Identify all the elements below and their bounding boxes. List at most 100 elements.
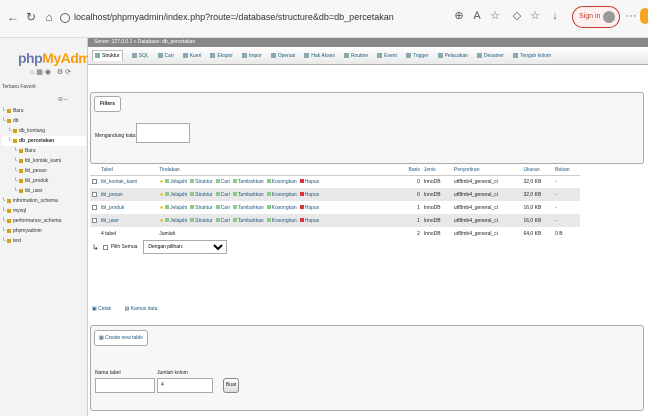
back-icon[interactable]: ← <box>6 10 20 24</box>
tree-node-label: Baru <box>24 148 36 154</box>
tree-node[interactable]: └ db_kontang <box>2 126 86 136</box>
action-struktur[interactable]: Struktur <box>190 205 213 211</box>
tree-node[interactable]: └ information_schema <box>2 196 86 206</box>
create-go-button[interactable]: Buat <box>223 378 239 393</box>
tab-pelacakan[interactable]: Pelacakan <box>437 53 468 59</box>
action-tambahkan[interactable]: Tambahkan <box>232 179 264 185</box>
action-jelajahi[interactable]: Jelajahi <box>165 192 187 198</box>
col-rows[interactable]: Baris <box>399 166 422 176</box>
table-name-link[interactable]: tbl_produk <box>99 201 158 214</box>
action-kosongkan[interactable]: Kosongkan <box>266 205 297 211</box>
action-struktur[interactable]: Struktur <box>190 179 213 185</box>
tab-kueri[interactable]: Kueri <box>182 53 201 59</box>
favorite-icon[interactable]: ☆ <box>488 9 502 23</box>
tree-node[interactable]: └ tbl_pesan <box>2 166 86 176</box>
tab-impor[interactable]: Impor <box>241 53 262 59</box>
action-cari[interactable]: Cari <box>215 192 230 198</box>
tab-routine[interactable]: Routine <box>343 53 368 59</box>
tree-node[interactable]: └ db_percetakan <box>2 136 86 146</box>
address-bar[interactable]: localhost/phpmyadmin/index.php?route=/da… <box>60 8 400 26</box>
action-hapus[interactable]: Hapus <box>299 192 319 198</box>
tab-icon <box>131 52 137 58</box>
breadcrumb[interactable]: Server: 127.0.0.1 » Database: db_perceta… <box>88 38 648 47</box>
action-icon <box>232 205 237 210</box>
action-kosongkan[interactable]: Kosongkan <box>266 179 297 185</box>
action-kosongkan[interactable]: Kosongkan <box>266 218 297 224</box>
col-size[interactable]: Ukuran <box>521 166 554 176</box>
tab-desainer[interactable]: Desainer <box>476 53 504 59</box>
tab-tengah-kolom[interactable]: Tengah kolom <box>512 53 551 59</box>
tab-sql[interactable]: SQL <box>131 52 149 59</box>
tree-node[interactable]: └ db <box>2 116 86 126</box>
tab-cari[interactable]: Cari <box>157 53 174 59</box>
tab-event[interactable]: Event <box>377 53 397 59</box>
tree-node[interactable]: └ tbl_user <box>2 186 86 196</box>
tab-icon <box>210 52 216 58</box>
table-name-link[interactable]: tbl_pesan <box>99 188 158 201</box>
table-name-link[interactable]: tbl_kontak_kami <box>99 175 158 188</box>
site-info-icon[interactable] <box>60 12 70 23</box>
filter-input[interactable] <box>136 123 190 143</box>
with-selected-select[interactable]: Dengan pilihan: <box>143 240 228 254</box>
action-cari[interactable]: Cari <box>215 179 230 185</box>
favorites-bar-icon[interactable]: ☆ <box>528 9 542 23</box>
check-all-label[interactable]: Pilih Semua <box>111 244 138 250</box>
action-hapus[interactable]: Hapus <box>299 205 319 211</box>
home-icon[interactable]: ⌂ <box>42 10 56 24</box>
row-checkbox[interactable] <box>92 191 97 197</box>
link-icon[interactable]: ⊖⇔ <box>58 96 69 103</box>
tree-node[interactable]: └ Baru <box>2 146 86 156</box>
tree-node[interactable]: └ tbl_kontak_kami <box>2 156 86 166</box>
col-overhead[interactable]: Beban <box>553 166 580 176</box>
action-struktur[interactable]: Struktur <box>190 192 213 198</box>
action-kosongkan[interactable]: Kosongkan <box>266 192 297 198</box>
tab-operasi[interactable]: Operasi <box>270 53 295 59</box>
zoom-icon[interactable]: ⊕ <box>452 9 466 23</box>
tree-node[interactable]: └ tbl_produk <box>2 176 86 186</box>
download-icon[interactable]: ↓ <box>548 9 562 23</box>
action-jelajahi[interactable]: Jelajahi <box>165 218 187 224</box>
reload-icon[interactable]: ↻ <box>24 10 38 24</box>
action-jelajahi[interactable]: Jelajahi <box>165 205 187 211</box>
check-all-checkbox[interactable] <box>102 244 108 250</box>
tree-node[interactable]: └ phpmyadmin <box>2 226 86 236</box>
row-actions: ★ Jelajahi Struktur Cari Tambahkan Kosongkan… <box>157 214 400 227</box>
tab-ekspor[interactable]: Ekspor <box>210 53 233 59</box>
col-type[interactable]: Jenis <box>421 166 452 176</box>
action-hapus[interactable]: Hapus <box>299 218 319 224</box>
tree-node[interactable]: └ test <box>2 236 86 246</box>
row-checkbox[interactable] <box>92 204 97 210</box>
table-name-input[interactable] <box>95 378 155 393</box>
action-struktur[interactable]: Struktur <box>190 218 213 224</box>
more-menu-icon[interactable]: ··· <box>624 9 638 23</box>
action-tambahkan[interactable]: Tambahkan <box>232 192 264 198</box>
col-collation[interactable]: Penyortiran <box>451 166 522 176</box>
table-name-link[interactable]: tbl_user <box>99 214 158 227</box>
avatar <box>603 11 615 23</box>
tab-trigger[interactable]: Trigger <box>405 53 429 59</box>
num-columns-input[interactable]: 4 <box>157 378 213 393</box>
tab-struktur[interactable]: Struktur <box>92 50 123 61</box>
row-checkbox[interactable] <box>92 178 97 184</box>
url-text: localhost/phpmyadmin/index.php?route=/da… <box>74 12 394 22</box>
print-link[interactable]: ▣ Cetak <box>92 306 117 312</box>
action-cari[interactable]: Cari <box>215 205 230 211</box>
data-dictionary-link[interactable]: ▤ Kamus data <box>125 306 164 312</box>
col-table[interactable]: Tabel <box>99 166 158 176</box>
extensions-icon[interactable]: ◇ <box>510 9 524 23</box>
copilot-icon[interactable] <box>640 8 648 24</box>
tree-node[interactable]: └ performance_schema <box>2 216 86 226</box>
action-cari[interactable]: Cari <box>215 218 230 224</box>
row-checkbox[interactable] <box>92 217 97 223</box>
read-aloud-icon[interactable]: A <box>470 9 484 23</box>
action-tambahkan[interactable]: Tambahkan <box>232 218 264 224</box>
tab-hak-akses[interactable]: Hak Akses <box>304 53 335 59</box>
tree-node[interactable]: └ Baru <box>2 106 86 116</box>
action-tambahkan[interactable]: Tambahkan <box>232 205 264 211</box>
nav-quick-icons[interactable]: ⌂▦◉ ⚙⟳ <box>30 68 73 76</box>
tree-node[interactable]: └ mysql <box>2 206 86 216</box>
recent-favorites-tabs[interactable]: Terbaru Favorit <box>2 84 36 90</box>
sign-in-button[interactable]: Sign in <box>572 6 620 28</box>
action-hapus[interactable]: Hapus <box>299 179 319 185</box>
action-jelajahi[interactable]: Jelajahi <box>165 179 187 185</box>
